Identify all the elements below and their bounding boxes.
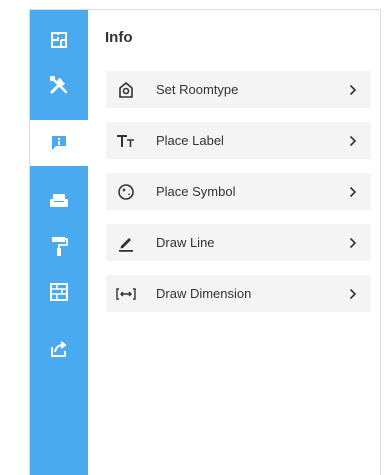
wall-icon xyxy=(50,283,68,301)
sidebar-rail xyxy=(30,10,88,475)
place-symbol-label: Place Symbol xyxy=(156,184,236,199)
tools-icon xyxy=(50,76,68,94)
draw-dimension-button[interactable]: Draw Dimension xyxy=(106,275,371,312)
draw-line-button[interactable]: Draw Line xyxy=(106,224,371,261)
sidebar-item-floor-plan[interactable] xyxy=(30,17,88,63)
room-type-icon xyxy=(115,79,137,101)
chevron-right-icon xyxy=(348,236,358,250)
floor-plan-icon xyxy=(51,32,67,48)
place-label-label: Place Label xyxy=(156,133,224,148)
chevron-right-icon xyxy=(348,287,358,301)
set-roomtype-label: Set Roomtype xyxy=(156,82,239,97)
symbol-icon xyxy=(115,181,137,203)
sidebar-item-paint[interactable] xyxy=(30,223,88,269)
text-icon xyxy=(115,130,137,152)
sidebar-item-info[interactable] xyxy=(30,120,88,166)
place-label-button[interactable]: Place Label xyxy=(106,122,371,159)
sidebar-item-share[interactable] xyxy=(30,326,88,372)
chevron-right-icon xyxy=(348,185,358,199)
panel-title: Info xyxy=(105,29,133,46)
app-frame: Info Set Roomtype Place Label Place Symb… xyxy=(29,9,381,475)
chevron-right-icon xyxy=(348,134,358,148)
set-roomtype-button[interactable]: Set Roomtype xyxy=(106,71,371,108)
dimension-icon xyxy=(115,283,137,305)
info-icon xyxy=(52,136,66,150)
chevron-right-icon xyxy=(348,83,358,97)
sidebar-item-tools[interactable] xyxy=(30,62,88,108)
pen-line-icon xyxy=(115,232,137,254)
sofa-icon xyxy=(50,194,68,207)
share-icon xyxy=(51,341,67,357)
sidebar-item-walls[interactable] xyxy=(30,269,88,315)
sidebar-item-furniture[interactable] xyxy=(30,178,88,224)
paint-roller-icon xyxy=(52,237,68,256)
draw-line-label: Draw Line xyxy=(156,235,215,250)
draw-dimension-label: Draw Dimension xyxy=(156,286,252,301)
info-panel: Info Set Roomtype Place Label Place Symb… xyxy=(88,10,380,475)
place-symbol-button[interactable]: Place Symbol xyxy=(106,173,371,210)
